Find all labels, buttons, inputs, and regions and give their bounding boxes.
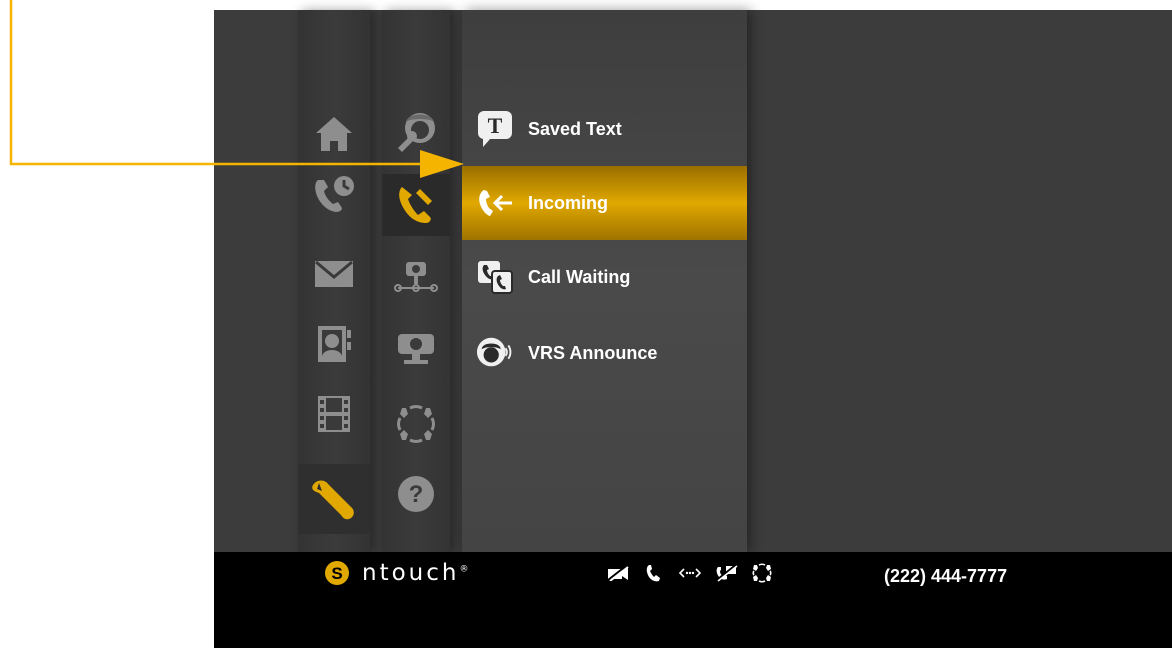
video-settings-button[interactable]: [382, 318, 450, 378]
svg-text:S: S: [331, 564, 342, 583]
call-settings-button[interactable]: [382, 174, 450, 236]
ntouch-logo: S ntouch®: [324, 560, 471, 586]
dnd-icon: [712, 562, 740, 584]
network-settings-icon: [394, 262, 438, 292]
video-center-button[interactable]: [298, 384, 370, 444]
ring-settings-icon: [397, 405, 435, 443]
call-settings-menu: T Saved Text Incoming Call Waiting VRS A…: [462, 10, 747, 552]
menu-item-label: Call Waiting: [528, 266, 631, 287]
menu-item-incoming[interactable]: Incoming: [462, 166, 747, 240]
settings-button[interactable]: [298, 464, 370, 534]
help-button[interactable]: ?: [382, 464, 450, 524]
saved-text-icon: T: [476, 110, 514, 148]
svg-text:T: T: [488, 113, 503, 138]
vrs-announce-icon: [476, 334, 514, 372]
menu-item-call-waiting[interactable]: Call Waiting: [462, 240, 747, 314]
phone-icon: [640, 562, 668, 584]
call-history-icon: [315, 176, 354, 212]
call-waiting-icon: [476, 258, 514, 296]
video-center-icon: [318, 396, 350, 432]
ring-settings-button[interactable]: [382, 394, 450, 454]
signal-icon: [748, 562, 776, 584]
sorenson-logo-icon: S: [325, 561, 349, 585]
settings-icon: [312, 480, 354, 520]
help-icon: ?: [398, 476, 434, 512]
callout-arrow: [9, 0, 464, 178]
network-icon: [676, 562, 704, 584]
call-settings-icon: [399, 187, 432, 223]
svg-text:?: ?: [409, 481, 424, 508]
menu-item-label: Saved Text: [528, 118, 622, 139]
menu-item-label: Incoming: [528, 192, 608, 213]
incoming-call-icon: [476, 184, 514, 222]
phone-number: (222) 444-7777: [884, 566, 1008, 586]
status-icons: [604, 562, 784, 584]
messages-button[interactable]: [298, 244, 370, 304]
menu-item-saved-text[interactable]: T Saved Text: [462, 92, 747, 166]
contacts-button[interactable]: [298, 314, 370, 374]
network-settings-button[interactable]: [382, 248, 450, 308]
video-settings-icon: [398, 334, 434, 364]
menu-item-vrs-announce[interactable]: VRS Announce: [462, 316, 747, 390]
video-privacy-icon: [604, 562, 632, 584]
messages-icon: [315, 260, 353, 287]
menu-item-label: VRS Announce: [528, 342, 658, 363]
contacts-icon: [318, 326, 351, 362]
brand-name: ntouch®: [362, 560, 472, 586]
